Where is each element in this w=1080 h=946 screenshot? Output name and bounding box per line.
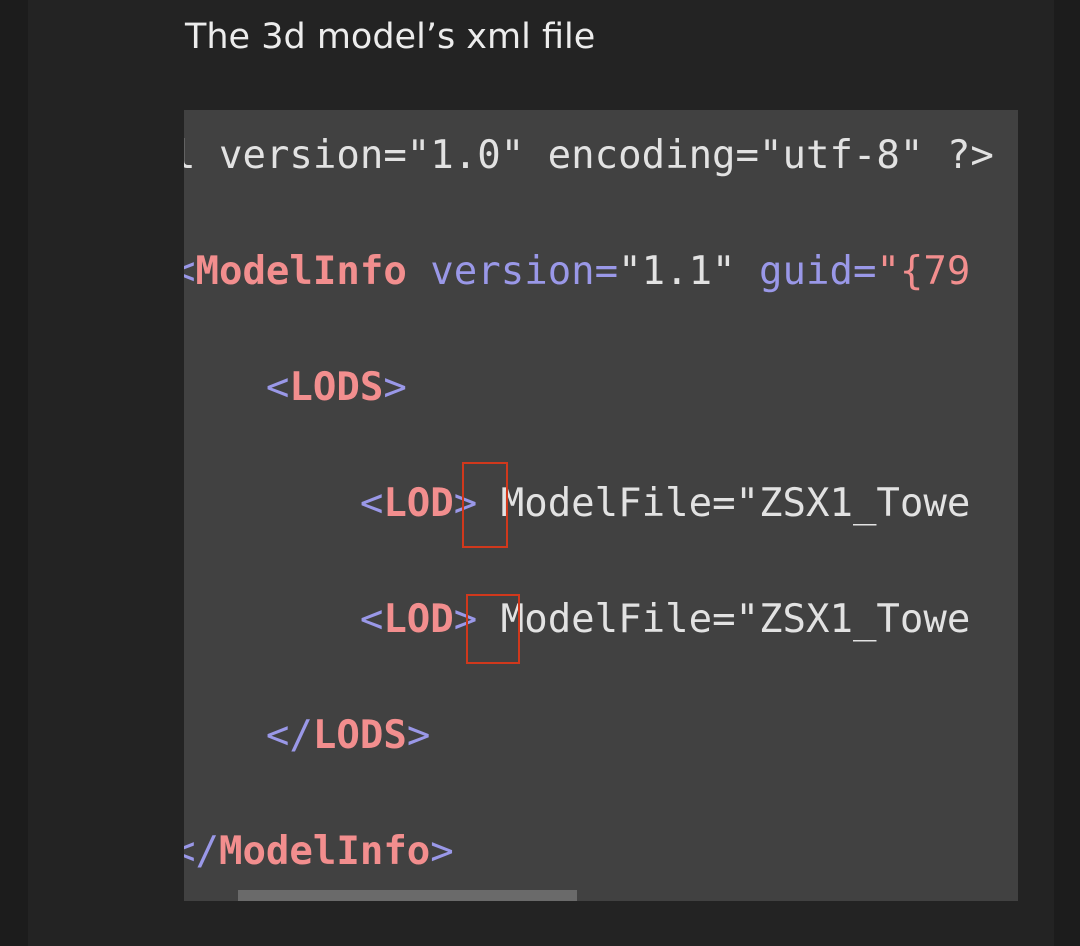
code-token: version= [406,249,619,294]
code-token: guid= [735,249,877,294]
code-line: <LOD> ModelFile="ZSX1_Towe [184,474,971,534]
code-line: l version="1.0" encoding="utf-8" ?> [184,126,994,186]
code-token: LODS [312,713,407,758]
code-token: > [383,365,407,410]
code-block[interactable]: l version="1.0" encoding="utf-8" ?><Mode… [184,110,1018,901]
code-token: LODS [289,365,384,410]
code-token: ModelInfo [195,249,407,294]
code-line: <LOD> ModelFile="ZSX1_Towe [184,590,971,650]
code-token: </ [184,829,219,874]
code-token: > [406,713,431,758]
horizontal-scrollbar-thumb[interactable] [238,890,577,901]
code-token: < [265,365,290,410]
code-token: LOD [383,481,454,526]
code-token: "1.1" [618,249,736,294]
code-line: <LODS> [184,358,407,418]
code-token: l [184,133,195,178]
code-token: > [430,829,454,874]
code-token: ModelFile="ZSX1_Towe [477,597,971,642]
code-token: < [184,249,195,294]
code-line: </ModelInfo> [184,822,454,882]
highlight-box-lod-1 [462,462,508,548]
code-token: < [359,597,384,642]
section-heading: The 3d model’s xml file [185,17,596,57]
code-token: ModelInfo [218,829,431,874]
code-token: LOD [383,597,454,642]
page: The 3d model’s xml file l version="1.0" … [0,0,1080,946]
code-token: "{79 [876,249,971,294]
code-line: <ModelInfo version="1.1" guid="{79 [184,242,970,302]
code-line: </LODS> [184,706,430,766]
code-token: < [359,481,384,526]
code-token: version="1.0" encoding="utf-8" ?> [195,133,994,178]
code-token: ModelFile="ZSX1_Towe [477,481,971,526]
highlight-box-lod-2 [466,594,520,664]
code-token: </ [265,713,313,758]
